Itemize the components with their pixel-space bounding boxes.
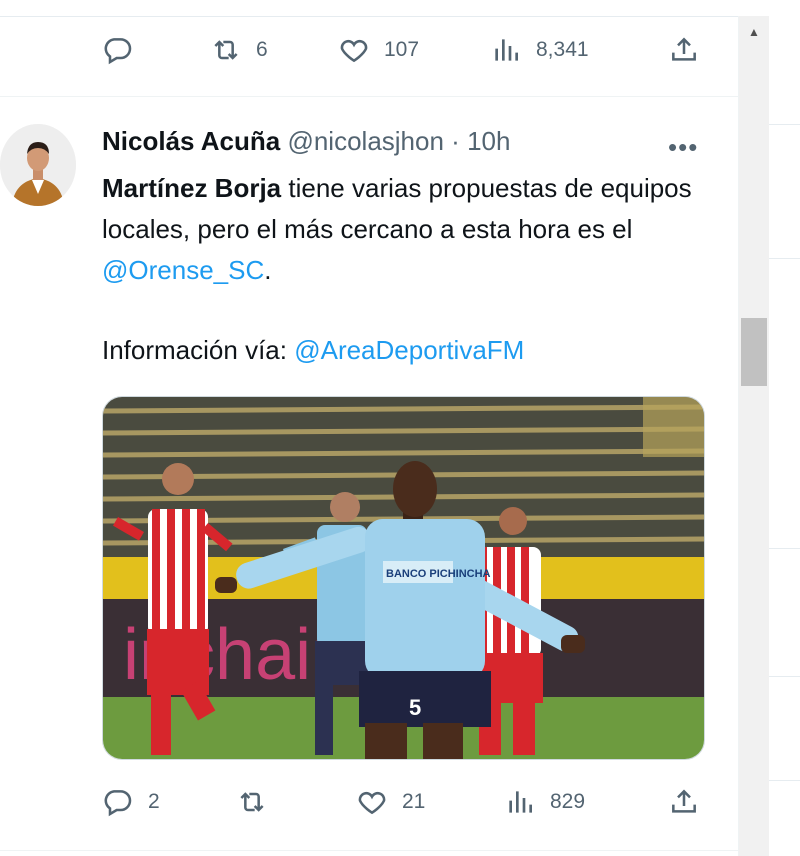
player-number: 5 [409, 695, 421, 720]
sponsor-text: BANCO PICHINCHA [386, 568, 491, 580]
retweet-icon [214, 40, 238, 60]
heart-icon [358, 792, 386, 815]
scrollbar-track[interactable] [739, 16, 769, 856]
share-icon [672, 789, 696, 813]
tweet-text: Martínez Borja tiene varias propuestas d… [102, 168, 722, 291]
author-name[interactable]: Nicolás Acuña [102, 126, 280, 156]
reply-count: 2 [148, 790, 160, 813]
header-separator: · [451, 126, 460, 156]
views-button[interactable]: 8,341 [490, 34, 589, 66]
views-icon [509, 791, 532, 813]
share-icon [672, 37, 696, 61]
retweet-button[interactable]: 6 [210, 34, 268, 66]
views-count: 829 [550, 790, 586, 813]
like-count: 107 [384, 38, 420, 61]
retweet-button[interactable] [236, 786, 268, 818]
tweet-divider [0, 96, 738, 97]
avatar-image [0, 124, 76, 206]
reply-icon [104, 38, 132, 65]
tweet-time[interactable]: 10h [467, 126, 510, 156]
like-button[interactable]: 107 [338, 34, 419, 66]
more-icon[interactable]: ••• [668, 132, 698, 163]
bold-name: Martínez Borja [102, 173, 282, 203]
retweet-icon [240, 792, 264, 812]
like-button[interactable]: 21 [356, 786, 425, 818]
sidebar-divider [769, 780, 800, 781]
right-sidebar [769, 16, 800, 856]
tweet-header: Nicolás Acuña @nicolasjhon · 10h [102, 126, 510, 157]
tweet-photo[interactable]: inchainc BANCO PICHINCHA 5 [102, 396, 705, 760]
text-part-2: . [264, 255, 272, 285]
sidebar-divider [769, 124, 800, 125]
top-border [0, 0, 800, 17]
views-count: 8,341 [536, 38, 589, 61]
mention-orense[interactable]: @Orense_SC [102, 255, 264, 285]
scroll-up-arrow-icon[interactable]: ▲ [744, 22, 764, 42]
scrollbar-thumb[interactable] [741, 318, 767, 386]
retweet-count: 6 [256, 38, 268, 61]
author-handle[interactable]: @nicolasjhon [287, 126, 443, 156]
views-icon [495, 39, 518, 61]
like-count: 21 [402, 790, 426, 813]
sidebar-divider [769, 258, 800, 259]
reply-button[interactable]: 2 [102, 786, 160, 818]
sidebar-divider [769, 676, 800, 677]
share-button[interactable] [668, 34, 700, 66]
sidebar-divider [769, 548, 800, 549]
info-label: Información vía: [102, 335, 295, 365]
views-button[interactable]: 829 [504, 786, 585, 818]
reply-icon [104, 790, 132, 817]
reply-button[interactable] [102, 34, 134, 66]
football-photo: inchainc BANCO PICHINCHA 5 [103, 397, 704, 759]
mention-areadeportiva[interactable]: @AreaDeportivaFM [294, 335, 524, 365]
tweet-divider-bottom [0, 850, 738, 851]
info-line: Información vía: @AreaDeportivaFM [102, 330, 524, 371]
share-button[interactable] [668, 786, 700, 818]
avatar[interactable] [0, 124, 76, 206]
heart-icon [340, 40, 368, 63]
